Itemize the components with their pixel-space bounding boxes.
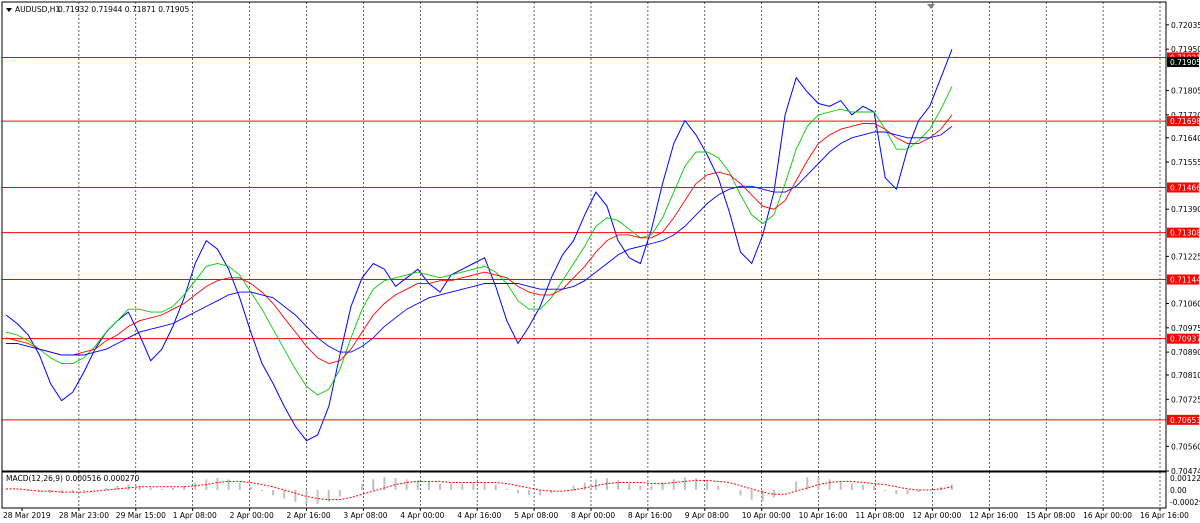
level-price-tag-label: 0.71698 <box>1170 117 1200 126</box>
mid-ma-line <box>5 114 953 364</box>
price-line <box>5 49 953 442</box>
macd-scale-top: 0.001228 <box>1170 474 1200 483</box>
y-tick-label: 0.71640 <box>1171 134 1200 143</box>
x-tick-label: 9 Apr 08:00 <box>685 511 729 520</box>
horizontal-levels[interactable] <box>2 56 1166 421</box>
x-tick-label: 10 Apr 16:00 <box>799 511 848 520</box>
slow-ma-line <box>6 125 953 356</box>
x-tick-label: 10 Apr 00:00 <box>742 511 791 520</box>
y-tick-label: 0.71390 <box>1171 205 1200 214</box>
level-price-tag-label: 0.71144 <box>1170 276 1200 285</box>
level-price-tag-label: 0.70653 <box>1170 416 1200 425</box>
macd-series <box>5 477 953 504</box>
y-tick-label: 0.71060 <box>1171 300 1200 309</box>
x-tick-label: 12 Apr 00:00 <box>912 511 961 520</box>
macd-label: MACD(12,26,9) 0.000516 0.000270 <box>6 474 140 483</box>
x-tick-label: 16 Apr 00:00 <box>1083 511 1132 520</box>
dropdown-triangle-icon[interactable] <box>6 8 12 12</box>
y-tick-label: 0.71555 <box>1171 158 1200 167</box>
x-tick-label: 5 Apr 08:00 <box>514 511 558 520</box>
x-tick-label: 28 Mar 23:00 <box>59 511 109 520</box>
price-series <box>5 49 953 442</box>
x-tick-label: 2 Apr 16:00 <box>287 511 331 520</box>
main-pane-border <box>1 1 1167 472</box>
symbol-label: AUDUSD,H1 <box>15 5 60 14</box>
x-tick-label: 12 Apr 16:00 <box>969 511 1018 520</box>
y-tick-label: 0.70725 <box>1171 395 1200 404</box>
x-tick-label: 15 Apr 08:00 <box>1026 511 1075 520</box>
time-axis: 28 Mar 2019 28 Mar 23:00 29 Mar 15:00 1 Apr… <box>3 508 1189 520</box>
macd-signal-line <box>6 479 953 501</box>
x-tick-label: 28 Mar 2019 <box>3 511 51 520</box>
level-price-tag-label: 0.71308 <box>1170 229 1200 238</box>
x-tick-label: 11 Apr 08:00 <box>856 511 905 520</box>
y-tick-label: 0.71225 <box>1171 252 1200 261</box>
x-tick-label: 4 Apr 00:00 <box>400 511 444 520</box>
x-tick-label: 1 Apr 08:00 <box>173 511 217 520</box>
level-price-tag-label: 0.71466 <box>1170 183 1200 192</box>
y-tick-label: 0.71805 <box>1171 87 1200 96</box>
y-tick-label: 0.72035 <box>1171 21 1200 30</box>
ohlc-readout: 0.71932 0.71944 0.71871 0.71905 <box>58 5 189 14</box>
y-tick-label: 0.70890 <box>1171 348 1200 357</box>
level-price-tag-label: 0.70937 <box>1170 335 1200 344</box>
x-tick-label: 29 Mar 15:00 <box>116 511 166 520</box>
x-tick-label: 3 Apr 08:00 <box>343 511 387 520</box>
macd-scale-bottom: -0.000296 <box>1170 498 1200 507</box>
grid-lines <box>78 2 1161 508</box>
price-tags: 0.719210.716980.714660.713080.711440.709… <box>1167 52 1200 425</box>
y-tick-label: 0.70975 <box>1171 324 1200 333</box>
fast-ma-line <box>5 86 953 396</box>
current-price-label: 0.71905 <box>1170 58 1200 67</box>
y-tick-label: 0.70560 <box>1171 442 1200 451</box>
x-tick-label: 8 Apr 00:00 <box>571 511 615 520</box>
x-tick-label: 2 Apr 00:00 <box>230 511 274 520</box>
x-tick-label: 8 Apr 16:00 <box>628 511 672 520</box>
price-axis: 0.720350.719500.718050.717200.716400.715… <box>1166 21 1200 476</box>
x-tick-label: 4 Apr 16:00 <box>457 511 501 520</box>
y-tick-label: 0.70810 <box>1171 371 1200 380</box>
price-chart[interactable]: 0.720350.719500.718050.717200.716400.715… <box>0 0 1200 523</box>
macd-scale-mid: 0.00 <box>1170 486 1187 495</box>
x-tick-label: 16 Apr 16:00 <box>1140 511 1189 520</box>
chart-shift-marker-icon[interactable] <box>927 4 935 9</box>
